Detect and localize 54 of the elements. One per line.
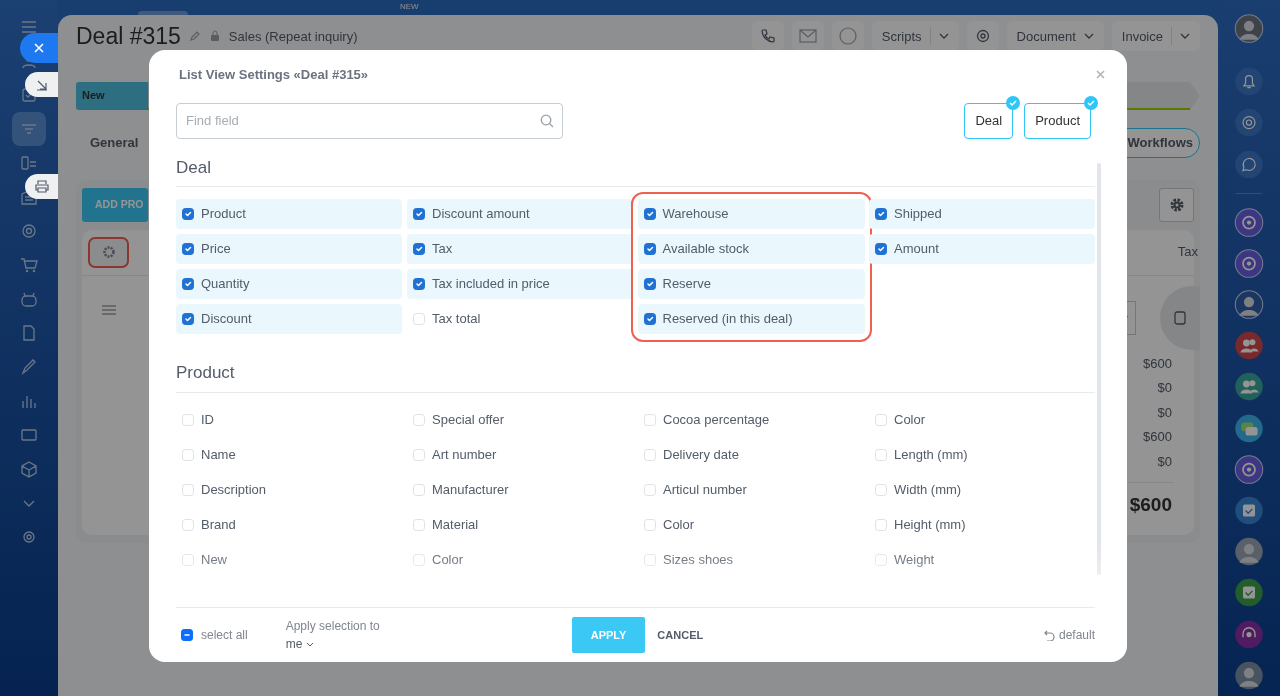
amount: $0: [1157, 452, 1172, 471]
pipeline-name[interactable]: Sales (Repeat inquiry): [228, 26, 358, 46]
amount: $0: [1157, 403, 1172, 422]
field-option[interactable]: Color: [638, 509, 864, 540]
toolbar-button[interactable]: Document: [1006, 21, 1104, 52]
section-title: Deal: [176, 154, 1095, 187]
new-label: NEW: [400, 3, 419, 11]
field-option[interactable]: Reserved (in this deal): [637, 303, 865, 334]
field-option[interactable]: Special offer: [407, 404, 633, 435]
dialog-title: List View Settings «Deal #315»: [179, 66, 369, 84]
field-option[interactable]: Available stock: [637, 233, 865, 264]
field-option[interactable]: Color: [869, 404, 1095, 435]
field-option[interactable]: Price: [176, 234, 402, 264]
cancel-button[interactable]: CANCEL: [645, 626, 716, 644]
field-option[interactable]: Material: [407, 509, 633, 540]
field-option[interactable]: Name: [176, 439, 402, 470]
field-option[interactable]: Manufacturer: [407, 474, 633, 505]
amount: $600: [1143, 354, 1172, 373]
toolbar-button[interactable]: Scripts: [871, 21, 959, 52]
field-option[interactable]: Tax: [407, 234, 633, 264]
apply-to-label: Apply selection to: [285, 618, 381, 635]
field-option[interactable]: Quantity: [176, 269, 402, 299]
amount: $600: [1143, 428, 1172, 446]
reset-button[interactable]: default: [1043, 626, 1095, 644]
amount: $0: [1157, 379, 1172, 397]
search-field[interactable]: Find field: [176, 102, 563, 139]
column-header: Tax: [1177, 243, 1198, 262]
field-option[interactable]: Tax included in price: [407, 269, 633, 299]
field-option[interactable]: Reserve: [637, 268, 865, 299]
toolbar-button[interactable]: Invoice: [1111, 21, 1200, 52]
total-amount: $600: [1129, 493, 1172, 517]
field-option[interactable]: Description: [176, 474, 402, 505]
field-option[interactable]: Delivery date: [638, 439, 864, 470]
tab[interactable]: General: [76, 132, 153, 153]
filter-chip[interactable]: Product: [1024, 102, 1091, 139]
field-option[interactable]: Product: [176, 199, 402, 229]
field-option[interactable]: Height (mm): [869, 509, 1095, 540]
field-option[interactable]: Articul number: [638, 474, 864, 505]
deal-title: Deal #315: [76, 22, 181, 51]
filter-chip[interactable]: Deal: [964, 102, 1014, 139]
field-option[interactable]: Amount: [869, 234, 1095, 264]
select-all-option[interactable]: select all: [181, 626, 248, 644]
field-option[interactable]: Shipped: [869, 199, 1095, 229]
field-option[interactable]: ID: [176, 404, 402, 435]
field-option[interactable]: Art number: [407, 439, 633, 470]
field-option[interactable]: Brand: [176, 509, 402, 540]
field-option[interactable]: Discount: [176, 304, 402, 334]
apply-to-dropdown[interactable]: me: [285, 635, 315, 653]
field-option[interactable]: Width (mm): [869, 474, 1095, 505]
field-option[interactable]: Cocoa percentage: [638, 404, 864, 435]
field-option[interactable]: Discount amount: [407, 199, 633, 229]
field-option[interactable]: Length (mm): [869, 439, 1095, 470]
field-option[interactable]: Warehouse: [637, 198, 865, 229]
section-title: Product: [176, 360, 1095, 393]
